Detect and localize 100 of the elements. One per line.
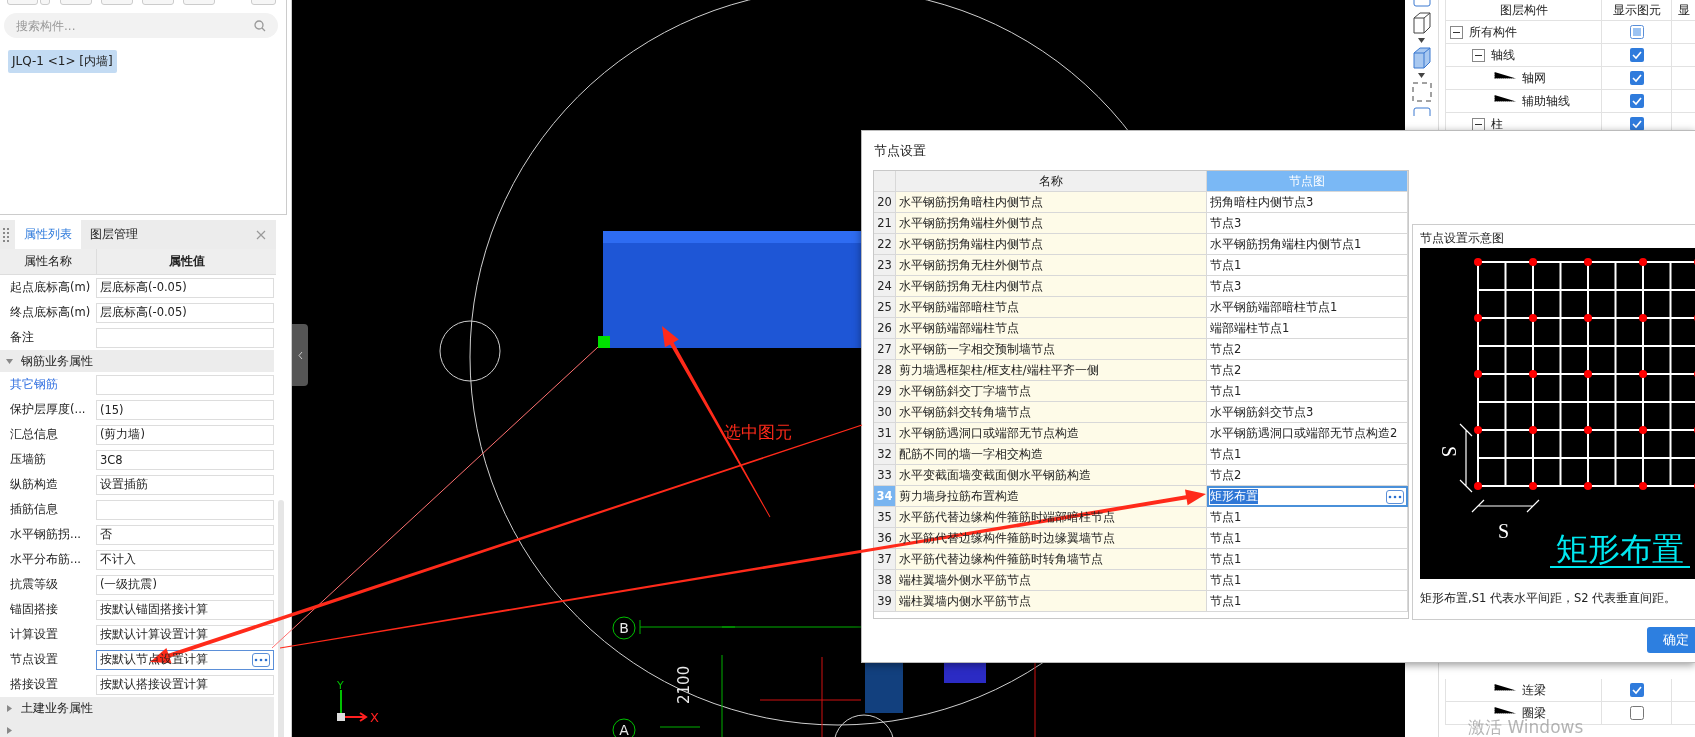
- table-cell: 水平钢筋遇洞口或端部无节点构造2: [1210, 425, 1398, 441]
- tab[interactable]: 图层管理: [81, 220, 147, 249]
- collapse-icon[interactable]: [1450, 25, 1463, 39]
- drag-handle-icon: [3, 227, 9, 242]
- table-cell: 节点1: [1210, 530, 1242, 546]
- table-cell: 水平钢筋斜交丁字墙节点: [899, 383, 1031, 399]
- property-value-field[interactable]: 按默认计算设置计算: [96, 624, 274, 645]
- row-number: 28: [874, 360, 896, 381]
- group-label: 钢筋业务属性: [21, 352, 93, 370]
- layer-name[interactable]: 柱: [1491, 115, 1503, 133]
- table-cell: 剪力墙遇框架柱/框支柱/端柱平齐一侧: [899, 362, 1099, 378]
- row-number: 39: [874, 591, 896, 612]
- property-value-field[interactable]: (15): [96, 399, 274, 420]
- property-label: 节点设置: [9, 652, 59, 667]
- property-value-field[interactable]: [96, 327, 274, 348]
- property-value-field[interactable]: 3C8: [96, 449, 274, 470]
- more-button[interactable]: [1386, 489, 1404, 504]
- row-number: 21: [874, 213, 896, 234]
- checkbox[interactable]: [1629, 71, 1644, 85]
- collapse-icon[interactable]: [1472, 117, 1485, 131]
- checkbox[interactable]: [1629, 117, 1644, 131]
- component-item[interactable]: JLQ-1 <1> [内墙]: [8, 50, 117, 73]
- dialog-title: 节点设置: [873, 141, 927, 160]
- activation-notice: 激活 Windows: [1468, 718, 1584, 737]
- dimension-line: [1459, 423, 1473, 493]
- table-cell: 水平钢筋端部暗柱节点: [899, 299, 1019, 315]
- cube-icon: [1410, 46, 1433, 70]
- table-cell: 水平钢筋拐角无柱内侧节点: [899, 278, 1043, 294]
- corner-cell: [874, 171, 896, 192]
- property-value-field[interactable]: 设置插筋: [96, 474, 274, 495]
- row-number: 35: [874, 507, 896, 528]
- table-cell: 水平钢筋斜交节点3: [1210, 404, 1314, 420]
- more-button[interactable]: [252, 652, 270, 667]
- table-cell: 节点1: [1210, 509, 1242, 525]
- table-cell: 水平钢筋拐角端柱内侧节点: [899, 236, 1043, 252]
- layer-name[interactable]: 轴网: [1522, 69, 1546, 87]
- axis-marker: B: [612, 616, 636, 640]
- collapse-handle[interactable]: [292, 324, 308, 386]
- property-value-field[interactable]: (剪力墙): [96, 424, 274, 445]
- property-value-field[interactable]: 层底标高(-0.05): [96, 302, 274, 323]
- property-link[interactable]: 其它钢筋: [0, 377, 96, 392]
- column-header: 属性名称: [0, 249, 97, 274]
- row-number: 33: [874, 465, 896, 486]
- annotation-text: 选中图元: [724, 422, 792, 442]
- view-2d-icon: [1410, 0, 1433, 8]
- group-row[interactable]: [0, 719, 274, 737]
- property-value-field[interactable]: 按默认搭接设置计算: [96, 674, 274, 695]
- row-number: 31: [874, 423, 896, 444]
- layer-name[interactable]: 连梁: [1522, 681, 1546, 699]
- property-value-field[interactable]: (一级抗震): [96, 574, 274, 595]
- cube-icon: [1410, 11, 1433, 35]
- table-cell: 水平钢筋端部暗柱节点1: [1210, 299, 1338, 315]
- column-header: 显: [1671, 0, 1695, 20]
- column-element: [865, 663, 903, 713]
- dimension-text: 2100: [675, 665, 693, 704]
- property-label: 终点底标高(m): [9, 305, 92, 320]
- collapse-icon[interactable]: [1472, 48, 1485, 62]
- row-number: 38: [874, 570, 896, 591]
- column-element: [944, 663, 986, 683]
- property-value-field[interactable]: [96, 374, 274, 395]
- scrollbar[interactable]: [278, 500, 284, 737]
- layer-name[interactable]: 辅助轴线: [1522, 92, 1570, 110]
- layer-name[interactable]: 所有构件: [1469, 23, 1517, 41]
- layer-name[interactable]: 轴线: [1491, 46, 1515, 64]
- property-value-field[interactable]: 不计入: [96, 549, 274, 570]
- row-number: 30: [874, 402, 896, 423]
- property-value-field[interactable]: 否: [96, 524, 274, 545]
- group-row[interactable]: 土建业务属性: [0, 697, 274, 719]
- checkbox[interactable]: [1629, 706, 1644, 720]
- row-number: 29: [874, 381, 896, 402]
- column-header: 图层构件: [1445, 0, 1601, 20]
- table-cell: 水平钢筋端部端柱节点: [899, 320, 1019, 336]
- search-field[interactable]: 搜索构件...: [4, 13, 278, 38]
- property-value-field[interactable]: [96, 499, 274, 520]
- dimension-line: [1471, 499, 1540, 513]
- table-cell: 节点1: [1210, 257, 1242, 273]
- property-label: 压墙筋: [9, 452, 47, 467]
- property-label: 纵筋构造: [9, 477, 59, 492]
- frame-icon: [1410, 106, 1433, 116]
- row-number: 27: [874, 339, 896, 360]
- table-cell: 节点2: [1210, 362, 1242, 378]
- checkbox[interactable]: [1629, 683, 1644, 697]
- cell-editor-field[interactable]: 矩形布置: [1207, 486, 1408, 507]
- checkbox[interactable]: [1629, 25, 1644, 39]
- search-icon: [254, 20, 266, 32]
- row-number: 25: [874, 297, 896, 318]
- checkbox[interactable]: [1629, 94, 1644, 108]
- ellipsis-icon: [1388, 494, 1402, 499]
- table-cell: 水平变截面墙变截面侧水平钢筋构造: [899, 467, 1091, 483]
- confirm-button[interactable]: 确定: [1647, 627, 1695, 653]
- checkbox[interactable]: [1629, 48, 1644, 62]
- property-label: 锚固搭接: [9, 602, 59, 617]
- diagram-title: 矩形布置: [1556, 531, 1684, 567]
- group-row[interactable]: 钢筋业务属性: [0, 350, 274, 372]
- tab[interactable]: 属性列表: [15, 220, 81, 249]
- property-value-field[interactable]: 按默认锚固搭接计算: [96, 599, 274, 620]
- property-value-field[interactable]: 层底标高(-0.05): [96, 277, 274, 298]
- column-header[interactable]: 名称: [896, 171, 1207, 192]
- table-cell: 端部端柱节点1: [1210, 320, 1290, 336]
- property-label: 搭接设置: [9, 677, 59, 692]
